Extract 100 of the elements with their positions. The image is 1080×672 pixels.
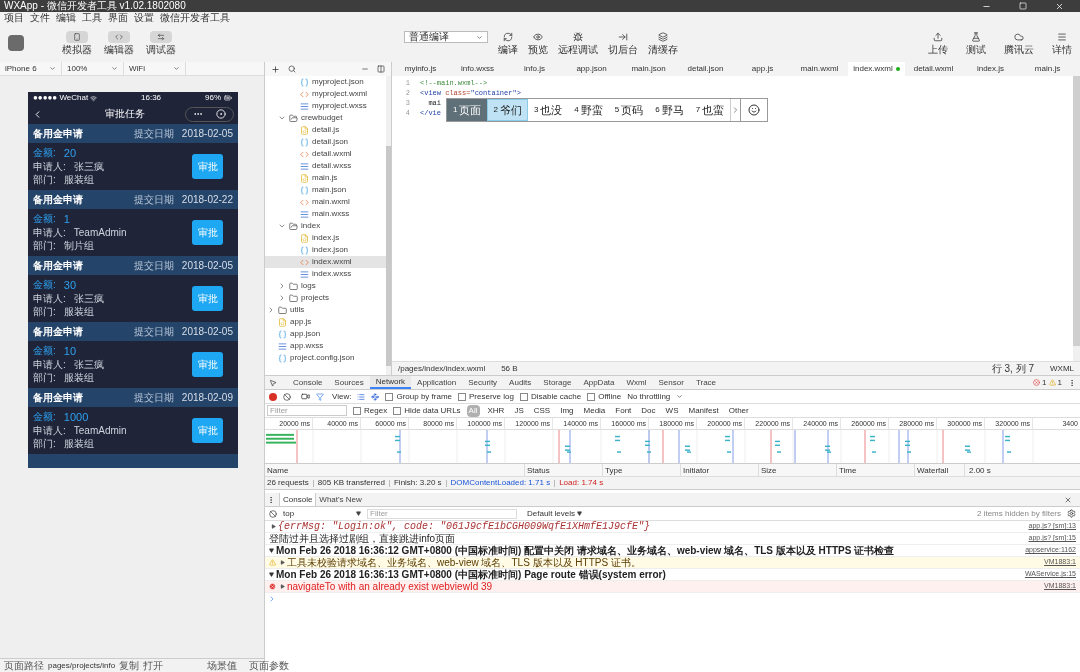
type-filter[interactable]: XHR	[485, 404, 507, 417]
clear-icon[interactable]	[269, 509, 277, 518]
more-icon[interactable]	[267, 495, 275, 504]
type-filter[interactable]: Media	[581, 404, 608, 417]
editor-tab[interactable]: app.json	[563, 62, 620, 76]
type-filter[interactable]: Manifest	[686, 404, 721, 417]
console-tab[interactable]: Console	[279, 493, 317, 506]
file-tree-item[interactable]: app.json	[265, 328, 386, 340]
devtools-tab[interactable]: Network	[369, 376, 412, 389]
file-tree-item[interactable]: main.wxml	[265, 196, 386, 208]
file-tree-item[interactable]: app.js	[265, 316, 386, 328]
type-filter[interactable]: Other	[726, 404, 751, 417]
expand-caret-icon[interactable]	[280, 560, 285, 565]
inspect-icon[interactable]	[269, 378, 277, 387]
filter-field[interactable]: Filter	[267, 405, 347, 416]
file-tree-item[interactable]: projects	[265, 292, 386, 304]
file-tree-item[interactable]: detail.wxml	[265, 148, 386, 160]
maximize-icon[interactable]	[1019, 2, 1027, 10]
devtools-tab[interactable]: Storage	[537, 376, 578, 389]
file-tree-item[interactable]: detail.wxss	[265, 160, 386, 172]
throttling-select[interactable]: No throttling	[627, 390, 684, 403]
toolbar-button[interactable]: 腾讯云	[1004, 31, 1034, 55]
column-header[interactable]: Initiator	[681, 464, 759, 476]
waterfall-view-icon[interactable]	[371, 392, 380, 401]
devtools-tab[interactable]: Console	[287, 376, 329, 389]
type-filter[interactable]: CSS	[531, 404, 553, 417]
collapsed-caret-icon[interactable]	[278, 282, 286, 290]
column-header[interactable]: Time	[837, 464, 915, 476]
editor-tab[interactable]: main.js	[1019, 62, 1076, 76]
type-filter[interactable]: Font	[613, 404, 634, 417]
devtools-tab[interactable]: Trace	[689, 376, 723, 389]
type-filter[interactable]: Doc	[639, 404, 658, 417]
devtools-tab[interactable]: Sensor	[652, 376, 690, 389]
file-tree-item[interactable]: myproject.wxss	[265, 100, 386, 112]
column-header[interactable]: Type	[603, 464, 681, 476]
file-tree-item[interactable]: index	[265, 220, 386, 232]
type-filter[interactable]: WS	[663, 404, 681, 417]
file-tree-item[interactable]: detail.json	[265, 136, 386, 148]
more-icon[interactable]	[1068, 378, 1076, 387]
devtools-tab[interactable]: AppData	[577, 376, 621, 389]
file-tree-item[interactable]: project.config.json	[265, 352, 386, 364]
file-tree-item[interactable]: main.wxss	[265, 208, 386, 220]
editor-tab[interactable]: detail.wxml	[905, 62, 962, 76]
file-tree-item[interactable]: index.json	[265, 244, 386, 256]
checkbox-option[interactable]: Preserve log	[458, 390, 514, 403]
toolbar-button[interactable]: 测试	[966, 31, 986, 55]
checkbox-option[interactable]: Disable cache	[519, 390, 582, 403]
file-tree-item[interactable]: main.js	[265, 172, 386, 184]
expanded-caret-icon[interactable]	[269, 548, 274, 553]
prompt-icon[interactable]	[268, 595, 276, 603]
editor-tab[interactable]: myinfo.js	[392, 62, 449, 76]
toolbar-button[interactable]: 预览	[528, 32, 548, 55]
file-tree-item[interactable]: app.wxss	[265, 340, 386, 352]
devtools-tab[interactable]: Wxml	[620, 376, 653, 389]
menu-item[interactable]: 设置	[134, 13, 154, 23]
file-tree-item[interactable]: logs	[265, 280, 386, 292]
editor-tab[interactable]: app.js	[734, 62, 791, 76]
file-tree-item[interactable]: detail.js	[265, 124, 386, 136]
editor-tab[interactable]: detail.json	[677, 62, 734, 76]
checkbox-option[interactable]: Hide data URLs	[393, 404, 461, 417]
file-tree-item[interactable]: index.js	[265, 232, 386, 244]
ime-candidate[interactable]: 6 野马	[649, 99, 690, 121]
checkbox-option[interactable]: Group by frame	[385, 390, 452, 403]
toolbar-button[interactable]: 上传	[928, 31, 948, 55]
checkbox-option[interactable]: Offline	[587, 390, 622, 403]
toolbar-button[interactable]: 编译	[498, 32, 518, 55]
toolbar-button[interactable]: 详情	[1052, 31, 1072, 55]
editor-tab[interactable]: info.js	[506, 62, 563, 76]
ime-candidate[interactable]: 2 爷们	[487, 99, 528, 121]
toolbar-button[interactable]: 清缓存	[648, 32, 678, 55]
compile-mode-select[interactable]: 普通编译	[404, 31, 488, 43]
context-select[interactable]: top	[283, 507, 361, 520]
console-filter-field[interactable]: Filter	[367, 508, 517, 519]
copy-link[interactable]: 复制	[119, 660, 140, 671]
file-tree-item[interactable]: index.wxml	[265, 256, 386, 268]
ime-candidate[interactable]: 1 页面	[447, 99, 488, 121]
console-tab[interactable]: What's New	[316, 493, 365, 506]
devtools-tab[interactable]: Audits	[503, 376, 538, 389]
close-icon[interactable]	[1064, 495, 1072, 504]
file-tree-item[interactable]: main.json	[265, 184, 386, 196]
ime-candidate[interactable]: 4 野蛮	[568, 99, 609, 121]
log-levels-select[interactable]: Default levels	[527, 507, 583, 520]
editor-tab[interactable]: index.js	[962, 62, 1019, 76]
menu-item[interactable]: 文件	[30, 13, 50, 23]
menu-item[interactable]: 编辑	[56, 13, 76, 23]
ime-candidate[interactable]: 7 也蛮	[689, 99, 731, 121]
expand-caret-icon[interactable]	[280, 584, 285, 589]
devtools-tab[interactable]: Security	[462, 376, 504, 389]
view-toggle-button[interactable]: 编辑器	[104, 31, 134, 55]
list-view-icon[interactable]	[357, 392, 366, 401]
editor-tab[interactable]: main.json	[620, 62, 677, 76]
expanded-caret-icon[interactable]	[269, 572, 274, 577]
device-select[interactable]: 100%	[62, 62, 124, 75]
open-link[interactable]: 打开	[143, 660, 164, 671]
type-filter[interactable]: JS	[512, 404, 526, 417]
device-select[interactable]: iPhone 6	[0, 62, 62, 75]
editor-tab[interactable]: info.wxss	[449, 62, 506, 76]
close-icon[interactable]	[1055, 1, 1064, 11]
scrollbar-thumb[interactable]	[386, 146, 391, 366]
scrollbar-thumb[interactable]	[1073, 76, 1080, 346]
